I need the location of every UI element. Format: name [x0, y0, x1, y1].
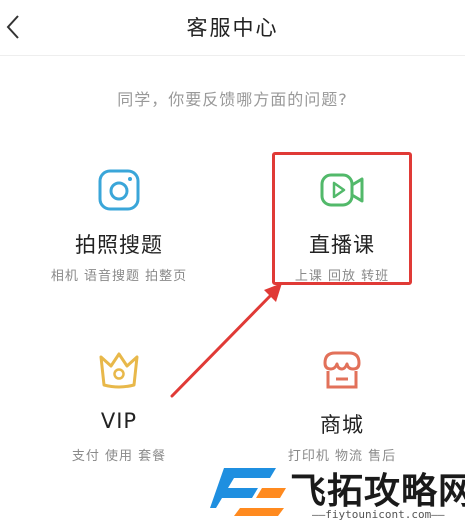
camera-icon [98, 169, 140, 211]
watermark-brand: 飞拓攻略网 [290, 471, 465, 512]
watermark-url: ——fiytounicont.com—— [312, 508, 445, 521]
category-name: 商城 [320, 413, 364, 437]
category-mall[interactable]: 商城 打印机 物流 售后 [252, 347, 432, 477]
page-title: 客服中心 [186, 16, 279, 40]
crown-icon [99, 352, 139, 389]
category-desc: 支付 使用 套餐 [71, 449, 167, 464]
category-name: VIP [100, 409, 138, 433]
header: 客服中心 [0, 0, 465, 56]
category-vip[interactable]: VIP 支付 使用 套餐 [29, 347, 209, 477]
highlight-box [272, 152, 412, 285]
watermark-logo [210, 468, 286, 516]
watermark: 飞拓攻略网 ——fiytounicont.com—— [210, 460, 465, 522]
category-name: 拍照搜题 [75, 233, 163, 257]
category-photo-search[interactable]: 拍照搜题 相机 语音搜题 拍整页 [29, 167, 209, 297]
category-desc: 相机 语音搜题 拍整页 [50, 269, 188, 284]
feedback-question: 同学，你要反馈哪方面的问题? [117, 90, 348, 109]
shop-icon [323, 351, 361, 389]
